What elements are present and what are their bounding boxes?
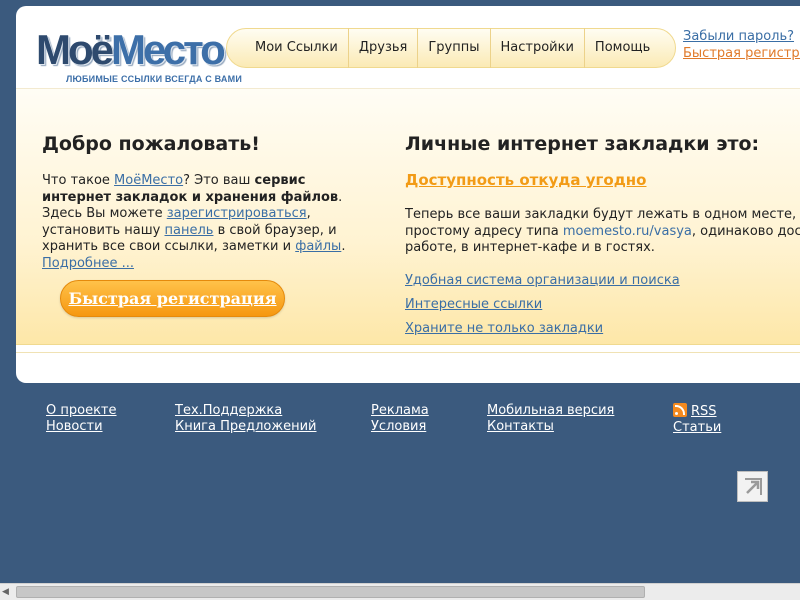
footer-news-link[interactable]: Новости [46, 419, 117, 435]
divider [16, 352, 800, 353]
feature-link-search[interactable]: Удобная система организации и поиска [405, 273, 800, 289]
footer-col-about: О проекте Новости [46, 403, 117, 435]
features-text: Теперь все ваши закладки будут лежать в … [405, 207, 800, 255]
hero-band: Добро пожаловать! Что такое МоёМесто? Эт… [16, 88, 800, 345]
footer-col-ads: Реклама Условия [371, 403, 429, 435]
toolbar-link[interactable]: панель [165, 223, 214, 238]
nav-friends[interactable]: Друзья [349, 28, 419, 68]
main-nav: Мои Ссылки Друзья Группы Настройки Помощ… [226, 28, 676, 68]
welcome-text: Что такое МоёМесто? Это ваш сервис интер… [42, 173, 346, 271]
nav-help[interactable]: Помощь [585, 28, 660, 68]
feature-link-storage[interactable]: Храните не только закладки [405, 321, 800, 337]
example-url-link[interactable]: moemesto.ru/vasya [563, 224, 692, 239]
main-card: МоёМесто ЛЮБИМЫЕ ССЫЛКИ ВСЕГДА С ВАМИ Мо… [16, 6, 800, 383]
footer-ads-link[interactable]: Реклама [371, 403, 429, 419]
nav-settings[interactable]: Настройки [491, 28, 585, 68]
footer-support-link[interactable]: Тех.Поддержка [175, 403, 317, 419]
footer-articles-link[interactable]: Статьи [673, 420, 721, 436]
expand-icon[interactable] [737, 471, 768, 502]
footer-col-rss: RSS Статьи [673, 403, 721, 436]
horizontal-scrollbar[interactable]: ◀ [0, 583, 800, 600]
rss-icon [673, 403, 687, 417]
forgot-password-link[interactable]: Забыли пароль? [683, 28, 800, 45]
footer-col-mobile: Мобильная версия Контакты [487, 403, 614, 435]
welcome-title: Добро пожаловать! [42, 133, 260, 155]
scrollbar-thumb[interactable] [16, 586, 645, 598]
feature-highlight-link[interactable]: Доступность откуда угодно [405, 171, 800, 189]
login-links: Забыли пароль? Быстрая регистрация [683, 28, 800, 62]
footer-contacts-link[interactable]: Контакты [487, 419, 614, 435]
footer-mobile-link[interactable]: Мобильная версия [487, 403, 614, 419]
quick-registration-link[interactable]: Быстрая регистрация [683, 45, 800, 62]
logo-wordmark: МоёМесто [36, 26, 226, 73]
footer-rss-link[interactable]: RSS [673, 403, 721, 420]
logo-tagline: ЛЮБИМЫЕ ССЫЛКИ ВСЕГДА С ВАМИ [66, 74, 242, 84]
footer-about-link[interactable]: О проекте [46, 403, 117, 419]
footer-col-support: Тех.Поддержка Книга Предложений [175, 403, 317, 435]
more-link[interactable]: Подробнее ... [42, 256, 134, 271]
quick-registration-button[interactable]: Быстрая регистрация [60, 280, 285, 317]
nav-groups[interactable]: Группы [418, 28, 491, 68]
features-section: Личные интернет закладки это: Доступност… [405, 133, 800, 345]
footer-suggestions-link[interactable]: Книга Предложений [175, 419, 317, 435]
nav-my-links[interactable]: Мои Ссылки [245, 28, 349, 68]
features-title: Личные интернет закладки это: [405, 133, 760, 155]
footer-terms-link[interactable]: Условия [371, 419, 429, 435]
register-link[interactable]: зарегистрироваться [167, 206, 307, 221]
feature-link-interesting[interactable]: Интересные ссылки [405, 297, 800, 313]
moemesto-link[interactable]: МоёМесто [114, 173, 183, 188]
scroll-left-arrow-icon[interactable]: ◀ [2, 587, 9, 597]
site-logo[interactable]: МоёМесто ЛЮБИМЫЕ ССЫЛКИ ВСЕГДА С ВАМИ [36, 26, 242, 88]
files-link[interactable]: файлы [295, 239, 341, 254]
welcome-section: Добро пожаловать! Что такое МоёМесто? Эт… [42, 133, 362, 272]
